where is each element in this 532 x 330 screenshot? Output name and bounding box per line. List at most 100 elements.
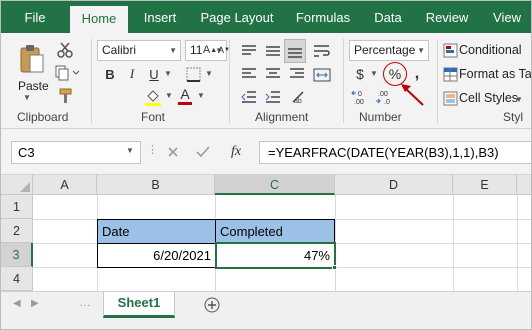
tab-review[interactable]: Review [421,1,473,33]
annotation-arrow-icon [397,83,427,107]
svg-text:.00: .00 [378,91,388,98]
clipboard-group-label: Clipboard [17,110,69,124]
currency-dropdown-icon[interactable]: ▼ [370,69,378,78]
borders-dropdown-icon[interactable]: ▼ [205,69,213,78]
underline-dropdown-icon[interactable]: ▼ [164,69,172,78]
chevron-down-icon: ▼ [417,46,425,55]
enter-icon[interactable] [194,143,212,161]
divider [343,39,344,123]
cell-styles-button[interactable]: Cell Styles [459,91,518,105]
scroll-sheets-right-icon[interactable]: ▶ [31,298,39,309]
align-bottom-icon[interactable] [284,39,306,63]
conditional-formatting-button[interactable]: Conditional [459,43,522,57]
format-as-table-button[interactable]: Format as Ta [459,67,531,81]
svg-text:.00: .00 [354,99,364,105]
format-as-table-icon[interactable] [442,66,458,82]
insert-function-button[interactable]: fx [225,142,247,162]
sheet-tab-sheet1[interactable]: Sheet1 [103,292,175,318]
name-box[interactable]: C3 [11,141,141,164]
cell-c3-selected[interactable]: 47% [215,242,336,269]
cut-icon[interactable] [55,41,75,59]
row-header-3[interactable]: 3 [1,243,33,267]
svg-text:.0: .0 [384,99,390,105]
font-color-glyph: A [180,86,190,102]
column-header-a[interactable]: A [33,175,97,195]
column-header-c[interactable]: C [215,175,335,195]
decrease-indent-icon[interactable] [239,88,259,106]
wrap-text-icon[interactable] [311,41,333,61]
sheet-tab-bar: ◀ ▶ … Sheet1 [1,291,531,329]
divider [91,39,92,123]
chevron-down-icon: ▼ [169,46,177,55]
tab-view[interactable]: View [485,1,529,33]
select-all-corner[interactable] [1,175,33,195]
underline-button[interactable]: U [147,65,161,83]
conditional-formatting-icon[interactable] [442,42,458,58]
divider [229,39,230,123]
increase-decimal-icon[interactable]: 0.00 [351,89,373,105]
font-name-value: Calibri [102,43,137,57]
fill-handle[interactable] [332,265,337,270]
font-color-dropdown-icon[interactable]: ▼ [197,91,205,100]
cell-c2[interactable]: Completed [215,219,335,244]
orientation-icon[interactable]: ab [289,88,309,106]
scroll-sheets-left-icon[interactable]: ◀ [13,298,21,309]
format-painter-icon[interactable] [55,87,75,105]
align-middle-icon[interactable] [263,41,283,61]
cell-b2[interactable]: Date [97,219,216,244]
paste-icon[interactable] [17,41,47,77]
decrease-decimal-icon[interactable]: .00.0 [375,89,397,105]
align-top-icon[interactable] [239,41,259,61]
row-header-1[interactable]: 1 [1,195,33,219]
tab-insert[interactable]: Insert [136,1,184,33]
column-header-next[interactable] [517,175,531,195]
paste-button[interactable]: Paste [18,79,49,93]
name-box-dropdown-icon[interactable]: ▼ [126,146,134,155]
tab-page-layout[interactable]: Page Layout [197,1,277,33]
copy-icon[interactable] [53,64,81,82]
comma-style-button[interactable]: , [411,65,423,83]
formula-input[interactable]: =YEARFRAC(DATE(YEAR(B3),1,1),B3) [259,141,531,164]
italic-button[interactable]: I [125,65,139,83]
row-header-4[interactable]: 4 [1,267,33,291]
paste-dropdown-arrow-icon[interactable]: ▼ [23,93,31,102]
alignment-group-label: Alignment [255,110,309,124]
excel-window: File Home Insert Page Layout Formulas Da… [0,0,532,330]
worksheet-grid: A B C D E 1 2 3 4 Date Completed 6/20/20… [1,175,531,291]
formula-bar-grip-icon: ⋮ [147,144,158,156]
tab-formulas[interactable]: Formulas [291,1,355,33]
cell-b3[interactable]: 6/20/2021 [97,243,216,268]
fill-color-dropdown-icon[interactable]: ▼ [165,91,173,100]
bold-button[interactable]: B [103,65,117,83]
font-color-icon[interactable]: A [177,86,193,106]
tab-data[interactable]: Data [368,1,408,33]
currency-button[interactable]: $ [353,65,367,83]
align-left-icon[interactable] [239,65,259,83]
column-header-d[interactable]: D [335,175,453,195]
font-size-value: 11 [190,43,203,57]
tab-home[interactable]: Home [70,6,128,33]
number-group-label: Number [359,110,402,124]
increase-indent-icon[interactable] [263,88,283,106]
tab-file[interactable]: File [15,1,55,33]
column-header-e[interactable]: E [453,175,517,195]
number-format-value: Percentage [354,43,416,57]
align-right-icon[interactable] [287,65,307,83]
row-header-2[interactable]: 2 [1,219,33,243]
merge-center-icon[interactable] [311,65,333,85]
fill-color-icon[interactable] [143,87,163,107]
increase-font-size-icon[interactable]: A ▲ [203,42,217,58]
borders-icon[interactable] [184,65,202,83]
number-format-dropdown[interactable]: Percentage ▼ [349,40,429,61]
column-header-b[interactable]: B [97,175,215,195]
align-center-icon[interactable] [263,65,283,83]
cell-styles-icon[interactable] [442,90,458,106]
font-name-dropdown[interactable]: Calibri ▼ [97,40,181,61]
formula-bar: C3 ▼ ⋮ fx =YEARFRAC(DATE(YEAR(B3),1,1),B… [1,129,531,175]
cancel-icon[interactable] [164,143,182,161]
cell-styles-dropdown-icon[interactable]: ▼ [515,95,523,104]
sheet-tabs-more-icon[interactable]: … [79,295,91,309]
svg-text:ab: ab [294,98,302,104]
font-group-label: Font [141,110,166,124]
new-sheet-icon[interactable] [203,296,221,314]
